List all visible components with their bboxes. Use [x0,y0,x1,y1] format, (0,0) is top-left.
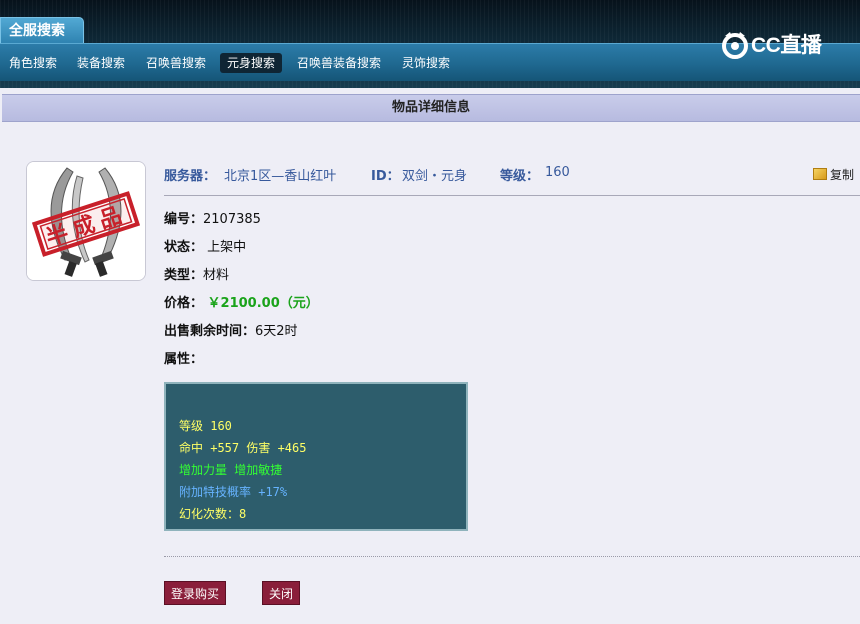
server-label: 服务器： [164,169,217,184]
attr-hit-damage: 命中 +557 伤害 +465 [179,441,307,455]
attr-skill-chance: 附加特技概率 +17% [179,485,288,499]
field-time-left: 出售剩余时间：6天2时 [164,320,298,340]
field-status: 状态： 上架中 [164,236,246,256]
top-bar: 全服搜索 角色搜索 装备搜索 召唤兽搜索 元身搜索 召唤兽装备搜索 灵饰搜索 C… [0,0,860,88]
cc-live-logo: CC直播 [721,28,841,62]
field-price-value: ￥2100.00（元） [203,296,319,311]
item-summary-line: 服务器： 北京1区—香山红叶 ID： 双剑・元身 等级： 160 [164,165,860,185]
nav-summon-equip-search[interactable]: 召唤兽装备搜索 [290,53,388,73]
field-attributes-key: 属性： [164,352,204,367]
nav-yuanshen-search[interactable]: 元身搜索 [220,53,283,73]
attr-level: 等级 160 [179,419,232,433]
attr-transform-count: 幻化次数：8 [179,507,247,521]
attr-strength-agility: 增加力量 增加敏捷 [179,463,283,477]
id-value: 双剑・元身 [402,169,468,184]
field-type-value: 材料 [203,268,230,283]
field-attributes: 属性： [164,348,203,368]
cc-logo-icon [722,32,748,59]
field-time-left-key: 出售剩余时间： [164,324,256,339]
copy-label: 复制 [830,168,855,182]
nav-equipment-search[interactable]: 装备搜索 [70,53,132,73]
nav-ornament-search[interactable]: 灵饰搜索 [395,53,457,73]
level-label: 等级： [500,169,540,184]
nav-role-search[interactable]: 角色搜索 [2,53,64,73]
id-label: ID： [371,169,400,184]
field-price-key: 价格： [164,296,204,311]
divider [164,195,860,196]
copy-folder-icon [813,168,827,180]
field-serial: 编号：2107385 [164,208,261,228]
field-status-value: 上架中 [203,240,247,255]
field-type-key: 类型： [164,268,204,283]
field-type: 类型：材料 [164,264,229,284]
tab-all-server-search[interactable]: 全服搜索 [0,17,84,43]
copy-link[interactable]: 复制 [813,166,854,183]
item-image: 半成品 [26,161,146,281]
server-value: 北京1区—香山红叶 [224,169,337,184]
close-button[interactable]: 关闭 [262,581,300,605]
nav-summon-search[interactable]: 召唤兽搜索 [139,53,213,73]
field-time-left-value: 6天2时 [255,324,298,339]
field-price: 价格： ￥2100.00（元） [164,292,319,312]
logo-text: CC直播 [751,34,822,57]
twin-swords-stamp-image: 半成品 [27,162,145,280]
login-buy-button[interactable]: 登录购买 [164,581,226,605]
field-serial-key: 编号： [164,212,204,227]
level-value: 160 [545,165,570,180]
field-status-key: 状态： [164,240,204,255]
page-title: 物品详细信息 [2,94,860,122]
dotted-divider [164,556,860,557]
field-serial-value: 2107385 [203,212,261,227]
attribute-box: 等级 160 命中 +557 伤害 +465 增加力量 增加敏捷 附加特技概率 … [164,382,468,531]
